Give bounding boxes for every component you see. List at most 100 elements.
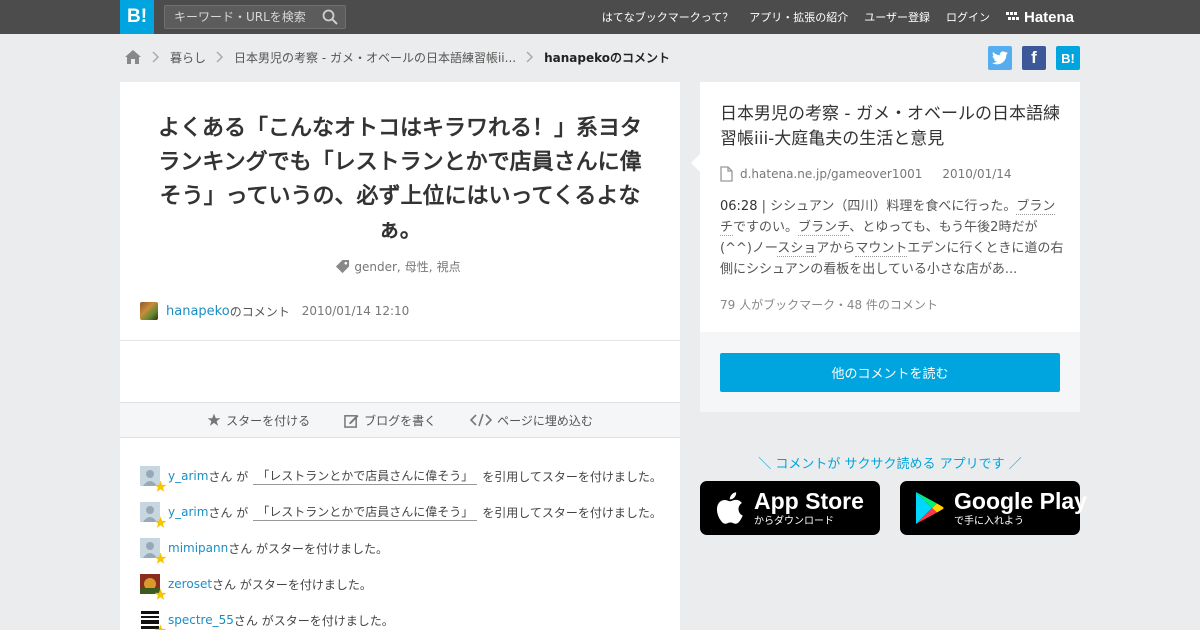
author-suffix: のコメント [229, 304, 290, 319]
tag-item[interactable]: 視点 [437, 258, 461, 275]
divider [120, 340, 680, 341]
embed-button[interactable]: ページに埋め込む [470, 412, 593, 429]
app-store-title: App Store [754, 487, 864, 514]
avatar[interactable] [140, 502, 167, 528]
top-bar: B! はてなブックマークって？ アプリ・拡張の紹介 ユーザー登録 ログイン Ha… [0, 0, 1200, 34]
google-play-icon [916, 492, 944, 524]
twitter-icon [992, 51, 1008, 65]
top-nav: はてなブックマークって？ アプリ・拡張の紹介 ユーザー登録 ログイン [586, 0, 990, 34]
tag-item[interactable]: 母性, [405, 258, 433, 275]
app-promo-text: ＼ コメントが サクサク読める アプリです ／ [758, 457, 1022, 472]
apple-icon [716, 492, 743, 524]
summary-text: | シシュアン（四川）料理を食べに行った。 [757, 199, 1017, 214]
comment-datetime[interactable]: 2010/01/14 12:10 [302, 304, 410, 318]
summary-keyword[interactable]: ブランチ [798, 220, 850, 236]
hatena-bookmark-logo[interactable]: B! [120, 0, 154, 34]
star-item: mimipann さん がスターを付けました。 [140, 530, 670, 566]
yellow-star-icon [154, 480, 167, 492]
star-item: y_arim さん が 「レストランとかで店員さんに偉そう」 を引用してスターを… [140, 494, 670, 530]
comment-author: hanapeko のコメント 2010/01/14 12:10 [140, 300, 409, 322]
summary-keyword[interactable]: スショ [777, 241, 817, 257]
entry-meta: d.hatena.ne.jp/gameover1001 2010/01/14 [720, 166, 1012, 182]
google-play-badge[interactable]: Google Play で手に入れよう [900, 481, 1087, 535]
star-text: さん がスターを付けました。 [212, 577, 372, 592]
entry-date: 2010/01/14 [942, 167, 1012, 181]
app-store-badge[interactable]: App Store からダウンロード [700, 481, 880, 535]
add-star-label: スターを付ける [226, 413, 311, 428]
chevron-right-icon [526, 51, 534, 63]
star-text: を引用してスターを付けました。 [482, 505, 662, 520]
star-username[interactable]: zeroset [168, 577, 212, 591]
google-play-subtitle: で手に入れよう [954, 515, 1024, 527]
code-icon [470, 413, 493, 427]
write-blog-label: ブログを書く [364, 413, 437, 428]
document-icon [720, 166, 733, 182]
chevron-right-icon [152, 51, 160, 63]
breadcrumb-category[interactable]: 暮らし [170, 49, 206, 66]
nav-register[interactable]: ユーザー登録 [864, 9, 930, 25]
entry-domain[interactable]: d.hatena.ne.jp/gameover1001 [740, 167, 922, 181]
search-input[interactable] [165, 6, 315, 28]
app-store-subtitle: からダウンロード [754, 515, 834, 527]
hatena-logo-icon [1006, 12, 1019, 20]
avatar[interactable] [140, 610, 167, 630]
star-list: y_arim さん が 「レストランとかで店員さんに偉そう」 を引用してスターを… [140, 458, 670, 630]
entry-info: 日本男児の考察 - ガメ・オベールの日本語練習帳iii-大庭亀夫の生活と意見 d… [700, 82, 1080, 332]
tag-icon [336, 259, 350, 274]
nav-login[interactable]: ログイン [946, 9, 990, 25]
summary-text: アから [816, 241, 856, 256]
star-username[interactable]: spectre_55 [168, 613, 234, 627]
comment-card: よくある「こんなオトコはキラワれる！」系ヨタランキングでも「レストランとかで店員… [120, 82, 680, 630]
read-more-comments-button[interactable]: 他のコメントを読む [720, 353, 1060, 392]
star-username[interactable]: y_arim [168, 469, 208, 483]
avatar[interactable] [140, 302, 158, 320]
chevron-right-icon [216, 51, 224, 63]
hatena-share-button[interactable]: B! [1056, 46, 1080, 70]
summary-keyword[interactable]: マウント [855, 241, 908, 257]
edit-icon [344, 414, 359, 428]
add-star-button[interactable]: スターを付ける [207, 412, 310, 429]
twitter-share-button[interactable] [988, 46, 1012, 70]
nav-about[interactable]: はてなブックマークって？ [602, 9, 733, 25]
breadcrumb-entry[interactable]: 日本男児の考察 - ガメ・オベールの日本語練習帳ii... [234, 49, 516, 66]
avatar[interactable] [140, 466, 167, 492]
avatar[interactable] [140, 574, 167, 600]
home-icon[interactable] [124, 49, 142, 65]
star-username[interactable]: y_arim [168, 505, 208, 519]
tag-item[interactable]: gender, [354, 260, 400, 274]
search-icon[interactable] [322, 9, 338, 25]
star-text: を引用してスターを付けました。 [482, 469, 662, 484]
star-item: spectre_55 さん がスターを付けました。 [140, 602, 670, 630]
panel-pointer [691, 154, 700, 172]
yellow-star-icon [154, 516, 167, 528]
avatar[interactable] [140, 538, 167, 564]
author-username[interactable]: hanapeko [166, 304, 230, 319]
summary-time: 06:28 [720, 199, 758, 214]
star-quote[interactable]: 「レストランとかで店員さんに偉そう」 [253, 503, 478, 521]
entry-panel: 日本男児の考察 - ガメ・オベールの日本語練習帳iii-大庭亀夫の生活と意見 d… [691, 82, 1080, 412]
comment-tags: gender, 母性, 視点 [120, 258, 680, 275]
star-item: zeroset さん がスターを付けました。 [140, 566, 670, 602]
star-text: さん が [208, 505, 249, 520]
yellow-star-icon [154, 552, 167, 564]
hatena-brand[interactable]: Hatena [1006, 0, 1074, 34]
brand-name: Hatena [1024, 8, 1075, 26]
star-text: さん がスターを付けました。 [233, 613, 394, 628]
entry-summary: 06:28 | シシュアン（四川）料理を食べに行った。ブランチですのい。ブランチ… [720, 196, 1065, 280]
facebook-share-button[interactable]: f [1022, 46, 1046, 70]
search-box[interactable] [164, 5, 346, 29]
comment-text: よくある「こんなオトコはキラワれる！」系ヨタランキングでも「レストランとかで店員… [157, 116, 642, 243]
comment-actions: スターを付ける ブログを書く ページに埋め込む [120, 402, 680, 438]
embed-label: ページに埋め込む [497, 413, 593, 428]
nav-apps[interactable]: アプリ・拡張の紹介 [749, 9, 848, 25]
write-blog-button[interactable]: ブログを書く [344, 412, 436, 429]
star-username[interactable]: mimipann [168, 541, 228, 555]
entry-stats: 79 人がブックマーク・48 件のコメント [720, 298, 938, 312]
star-item: y_arim さん が 「レストランとかで店員さんに偉そう」 を引用してスターを… [140, 458, 670, 494]
star-quote[interactable]: 「レストランとかで店員さんに偉そう」 [253, 467, 478, 485]
star-icon [207, 413, 221, 426]
yellow-star-icon [154, 624, 167, 630]
google-play-title: Google Play [954, 487, 1087, 514]
entry-title[interactable]: 日本男児の考察 - ガメ・オベールの日本語練習帳iii-大庭亀夫の生活と意見 [720, 102, 1065, 152]
breadcrumb-current: hanapekoのコメント [544, 50, 671, 65]
